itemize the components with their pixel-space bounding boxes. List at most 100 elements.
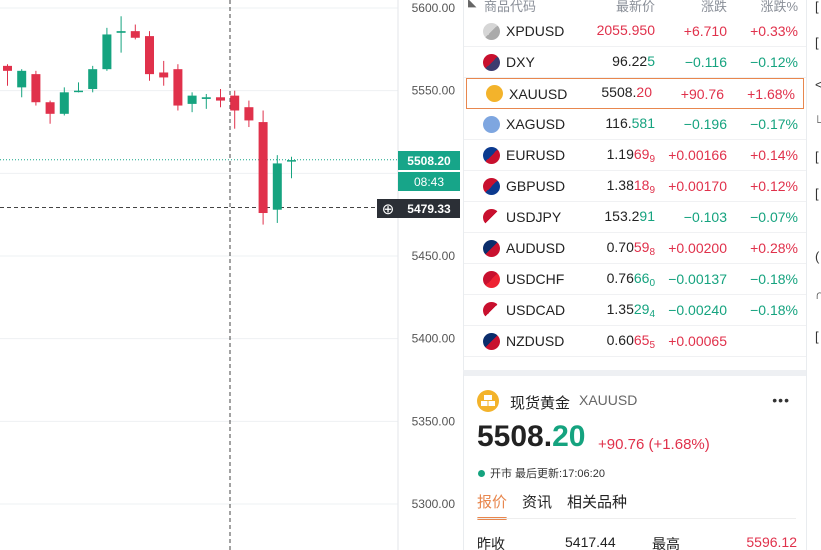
- candle-body: [31, 74, 41, 103]
- row-last-highlight: 59: [633, 238, 650, 255]
- candle-body: [59, 92, 69, 114]
- watchlist-row-usdchf[interactable]: USDCHF 0.76660 −0.00137 −0.18%: [464, 264, 806, 295]
- sort-icon[interactable]: ◣: [468, 0, 476, 9]
- tab-news[interactable]: 资讯: [522, 491, 552, 520]
- instrument-detail-panel: 现货黄金 XAUUSD ••• 5508.20 +90.76 (+1.68%) …: [463, 370, 806, 550]
- row-last-highlight: 29: [633, 300, 650, 317]
- candle-body: [116, 31, 126, 33]
- row-last-main: 153.2: [604, 207, 640, 224]
- watchlist-row-gbpusd[interactable]: GBPUSD 1.38189 +0.00170 +0.12%: [464, 171, 806, 202]
- toolbar-icon-6[interactable]: [: [815, 187, 821, 201]
- chart-canvas[interactable]: 5600.00 5550.00 5450.00 5400.00 5350.00 5300.…: [0, 0, 462, 550]
- toolbar-icon-3[interactable]: <: [815, 78, 821, 92]
- candle-body: [3, 65, 12, 71]
- toolbar-icon-7[interactable]: (: [815, 250, 821, 264]
- tab-related[interactable]: 相关品种: [567, 491, 627, 520]
- row-symbol: NZDUSD: [506, 333, 565, 349]
- row-last-main: 116.: [605, 114, 632, 131]
- toolbar-icon-9[interactable]: [: [815, 330, 821, 344]
- row-last-highlight: 65: [633, 331, 650, 348]
- row-pct: −0.07%: [750, 209, 798, 225]
- watchlist-rows: XPDUSD 2055.950 +6.710 +0.33% DXY 96.225 −0.11…: [464, 16, 806, 357]
- watchlist-row-dxy[interactable]: DXY 96.225 −0.116 −0.12%: [464, 47, 806, 78]
- row-symbol: EURUSD: [506, 147, 566, 163]
- row-last-price: 0.60655: [607, 332, 655, 351]
- row-last-sub: 4: [649, 308, 655, 320]
- header-change[interactable]: 涨跌: [701, 0, 727, 15]
- candle-body: [216, 97, 225, 101]
- row-last-main: 96.22: [612, 52, 648, 69]
- right-toolbar: [ [ < ∟ [ [ ( ∩ [: [806, 0, 821, 550]
- candle-body: [74, 90, 83, 93]
- candle-body: [187, 95, 197, 104]
- row-change: −0.00137: [668, 271, 727, 287]
- row-last-sub: 9: [649, 184, 655, 196]
- row-change: +0.00166: [668, 147, 727, 163]
- watchlist-header: ◣ 商品代码 最新价 涨跌 涨跌%: [464, 0, 806, 16]
- toolbar-icon-4[interactable]: ∟: [815, 112, 821, 126]
- row-change: −0.00240: [668, 302, 727, 318]
- toolbar-icon-8[interactable]: ∩: [815, 288, 821, 302]
- row-change: +0.00200: [668, 240, 727, 256]
- candle-body: [130, 31, 140, 38]
- row-change: −0.196: [683, 116, 727, 132]
- watchlist-row-xpdusd[interactable]: XPDUSD 2055.950 +6.710 +0.33%: [464, 16, 806, 47]
- toolbar-icon-2[interactable]: [: [815, 36, 821, 50]
- toolbar-icon-1[interactable]: [: [815, 0, 821, 14]
- row-last-price: 5508.20: [601, 84, 652, 103]
- row-last-sub: 9: [649, 153, 655, 165]
- us-ca-flag-icon: [483, 301, 500, 319]
- row-last-main: 1.35: [606, 300, 634, 317]
- watchlist-row-xagusd[interactable]: XAGUSD 116.581 −0.196 −0.17%: [464, 109, 806, 140]
- candle-body: [287, 160, 296, 162]
- header-pct[interactable]: 涨跌%: [760, 0, 798, 15]
- row-last-price: 2055.950: [597, 22, 655, 41]
- y-tick-label: 5350.00: [412, 414, 456, 428]
- toolbar-icon-5[interactable]: [: [815, 150, 821, 164]
- row-last-highlight: 66: [633, 269, 650, 286]
- watchlist-row-usdjpy[interactable]: USDJPY 153.291 −0.103 −0.07%: [464, 202, 806, 233]
- market-status-text: 开市 最后更新:17:06:20: [490, 468, 605, 480]
- row-last-price: 1.19699: [607, 146, 655, 165]
- row-last-sub: 0: [649, 277, 655, 289]
- row-pct: −0.18%: [750, 271, 798, 287]
- current-price-tag: 5508.20: [398, 151, 460, 170]
- prev-close-value: 5417.44: [565, 534, 616, 550]
- row-last-price: 153.291: [604, 208, 655, 227]
- watchlist-row-xauusd[interactable]: XAUUSD 5508.20 +90.76 +1.68%: [466, 78, 804, 109]
- watchlist-row-eurusd[interactable]: EURUSD 1.19699 +0.00166 +0.14%: [464, 140, 806, 171]
- candle-body: [159, 72, 169, 78]
- row-change: +6.710: [683, 23, 727, 39]
- row-symbol: AUDUSD: [506, 240, 566, 256]
- watchlist-row-usdcad[interactable]: USDCAD 1.35294 −0.00240 −0.18%: [464, 295, 806, 326]
- y-tick-label: 5300.00: [412, 497, 456, 511]
- watchlist-row-nzdusd[interactable]: NZDUSD 0.60655 +0.00065: [464, 326, 806, 357]
- header-symbol[interactable]: 商品代码: [484, 0, 536, 15]
- candle-body: [272, 163, 282, 210]
- watchlist-panel: ◣ 商品代码 最新价 涨跌 涨跌% XPDUSD 2055.950 +6.710 +0…: [463, 0, 806, 370]
- row-symbol: XAGUSD: [506, 116, 566, 132]
- candle-body: [258, 122, 268, 214]
- row-last-price: 96.225: [612, 53, 655, 72]
- more-options-icon[interactable]: •••: [772, 392, 790, 408]
- tab-quote[interactable]: 报价: [477, 491, 508, 520]
- candle-countdown: 08:43: [398, 172, 460, 191]
- detail-tabs: 报价 资讯 相关品种: [477, 491, 642, 520]
- nz-us-flag-icon: [483, 332, 500, 350]
- us-flag-icon: [483, 53, 500, 71]
- y-tick-label: 5450.00: [412, 249, 456, 263]
- instrument-name: 现货黄金: [510, 395, 571, 412]
- row-pct: +0.28%: [750, 240, 798, 256]
- header-last[interactable]: 最新价: [616, 0, 655, 15]
- row-pct: +0.12%: [750, 178, 798, 194]
- row-last-main: 1.38: [606, 176, 634, 193]
- row-pct: −0.12%: [750, 54, 798, 70]
- price-integer: 5508.: [477, 420, 553, 453]
- watchlist-row-audusd[interactable]: AUDUSD 0.70598 +0.00200 +0.28%: [464, 233, 806, 264]
- crosshair-add-icon[interactable]: ⊕: [377, 199, 399, 218]
- row-last-highlight: 69: [633, 145, 650, 162]
- candle-body: [244, 107, 254, 121]
- y-tick-label: 5550.00: [412, 84, 456, 98]
- candlestick-chart[interactable]: 5600.00 5550.00 5450.00 5400.00 5350.00 5300.…: [0, 0, 462, 550]
- candle-body: [102, 34, 112, 70]
